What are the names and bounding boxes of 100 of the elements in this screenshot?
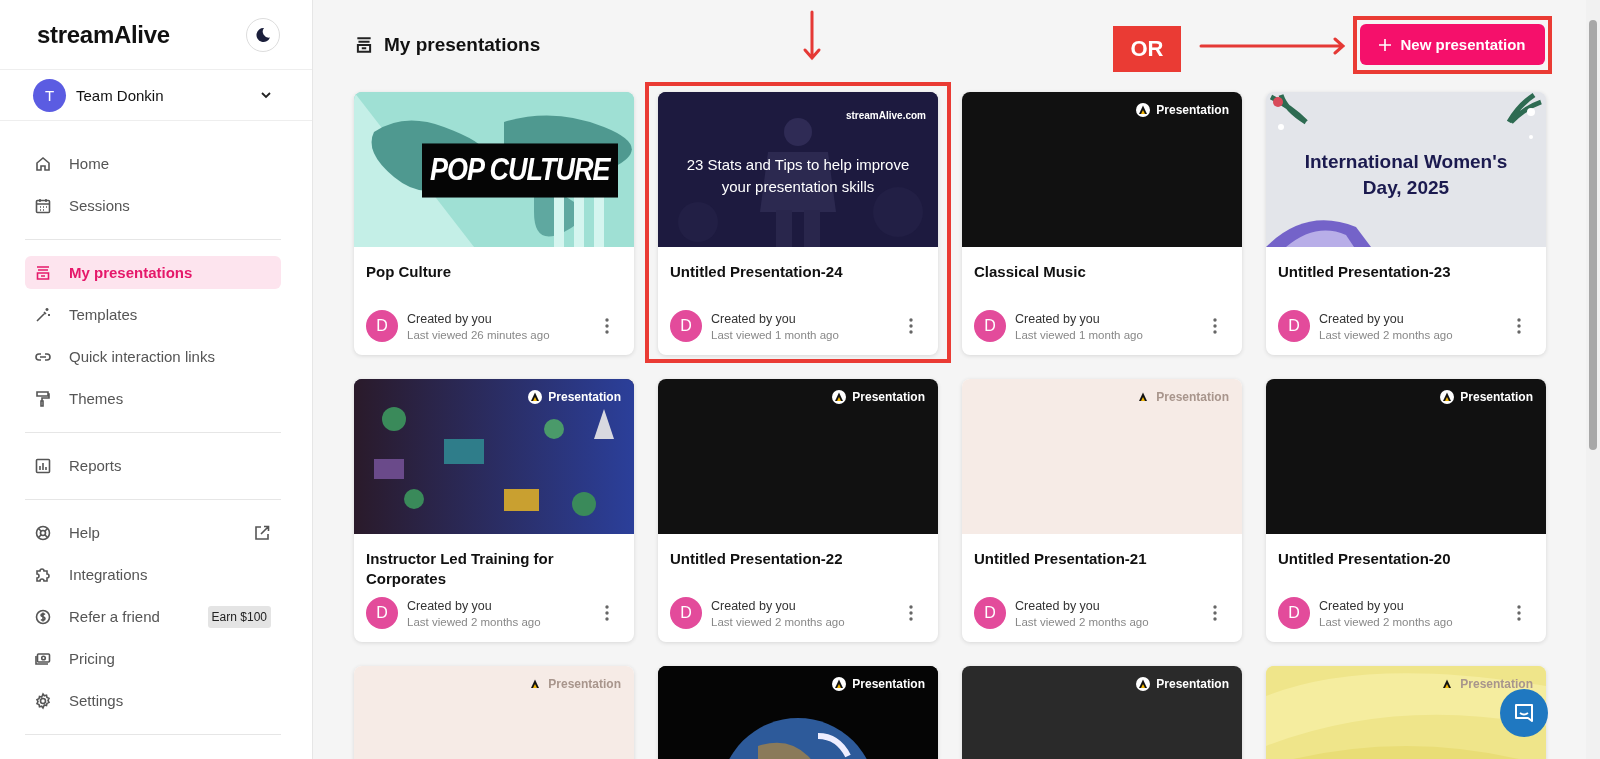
creator-text: Created by you: [711, 598, 797, 613]
presentation-card[interactable]: Presentation Instructor Led Training for Corporates D Created by you Last viewed 2 months ago: [354, 379, 634, 642]
presentation-card[interactable]: Presentation: [658, 666, 938, 759]
chevron-down-icon: [260, 91, 272, 99]
creator-text: Created by you: [1319, 598, 1405, 613]
reward-badge: Earn $100: [207, 605, 271, 628]
team-name: Team Donkin: [76, 86, 165, 104]
scrollbar[interactable]: [1586, 0, 1600, 759]
user-avatar: D: [1278, 597, 1310, 629]
presentation-card[interactable]: streamAlive.com 23 Stats and Tips to help improve your presentation skills Untitled Presentation-24 D Created by you Last viewed 1 month ago: [658, 92, 938, 355]
user-avatar: D: [974, 597, 1006, 629]
nav-item[interactable]: Refer a friend Earn $100: [25, 600, 281, 633]
type-label: Presentation: [1136, 103, 1229, 117]
calendar-icon: [34, 196, 52, 215]
nav-item[interactable]: Templates: [25, 298, 281, 331]
card-title: Untitled Presentation-23: [1278, 262, 1452, 282]
user-avatar: D: [670, 310, 702, 342]
nav-item[interactable]: Reports: [25, 449, 281, 482]
creator-text: Created by you: [407, 311, 493, 326]
type-label: Presentation: [1136, 677, 1229, 691]
presentation-card[interactable]: Presentation Untitled Presentation-20 D Created by you Last viewed 2 months ago: [1266, 379, 1546, 642]
slide-title: 23 Stats and Tips to help improve your presentation skills: [685, 155, 911, 197]
card-title: Classical Music: [974, 262, 1087, 282]
archive-icon: [354, 35, 374, 55]
logo-icon: [1136, 677, 1151, 691]
nav-item[interactable]: Settings: [25, 684, 281, 717]
type-label: Presentation: [1440, 390, 1533, 404]
roller-icon: [34, 389, 52, 408]
user-avatar: D: [366, 310, 398, 342]
presentation-card[interactable]: Presentation: [962, 666, 1242, 759]
annotation-label: OR: [1113, 26, 1181, 72]
last-viewed-text: Last viewed 1 month ago: [711, 328, 840, 341]
down-arrow: [802, 10, 822, 62]
last-viewed-text: Last viewed 2 months ago: [407, 615, 542, 628]
last-viewed-text: Last viewed 1 month ago: [1015, 328, 1144, 341]
creator-text: Created by you: [407, 598, 493, 613]
more-options-icon[interactable]: [909, 605, 913, 621]
presentation-card[interactable]: International Women's Day, 2025 Untitled Presentation-23 D Created by you Last viewed 2 months ago: [1266, 92, 1546, 355]
card-title: Instructor Led Training for Corporates: [366, 549, 555, 589]
creator-text: Created by you: [1015, 598, 1101, 613]
type-label: Presentation: [832, 677, 925, 691]
slide-title: International Women's Day, 2025: [1304, 150, 1508, 200]
team-switcher[interactable]: T Team Donkin: [0, 70, 312, 121]
last-viewed-text: Last viewed 26 minutes ago: [407, 328, 551, 341]
nav-item[interactable]: Themes: [25, 382, 281, 415]
logo-icon: [1440, 390, 1455, 404]
logo[interactable]: streamAlive: [37, 20, 170, 49]
presentation-card[interactable]: Presentation Classical Music D Created by you Last viewed 1 month ago: [962, 92, 1242, 355]
nav-item[interactable]: Sessions: [25, 189, 281, 222]
archive-icon: [34, 263, 52, 282]
type-label: Presentation: [528, 390, 621, 404]
nav-item[interactable]: Home: [25, 147, 281, 180]
more-options-icon[interactable]: [1517, 605, 1521, 621]
presentation-card[interactable]: Presentation Untitled Presentation-21 D Created by you Last viewed 2 months ago: [962, 379, 1242, 642]
more-options-icon[interactable]: [1517, 318, 1521, 334]
more-options-icon[interactable]: [909, 318, 913, 334]
lifebuoy-icon: [34, 523, 52, 542]
moon-icon: [255, 26, 271, 43]
logo-icon: [1136, 103, 1151, 117]
nav-item[interactable]: Integrations: [25, 558, 281, 591]
nav-item[interactable]: Help: [25, 516, 281, 549]
chart-icon: [34, 456, 52, 475]
card-title: Untitled Presentation-20: [1278, 549, 1452, 569]
theme-toggle-button[interactable]: [246, 17, 280, 52]
puzzle-icon: [34, 565, 52, 584]
chat-icon: [1513, 702, 1535, 724]
type-label: Presentation: [1440, 677, 1533, 691]
more-options-icon[interactable]: [1213, 318, 1217, 334]
more-options-icon[interactable]: [605, 605, 609, 621]
logo-icon: [528, 390, 543, 404]
wand-icon: [34, 305, 52, 324]
user-avatar: D: [1278, 310, 1310, 342]
team-avatar: T: [33, 78, 66, 112]
presentation-card[interactable]: Presentation Untitled Presentation-22 D Created by you Last viewed 2 months ago: [658, 379, 938, 642]
external-link-icon: [253, 523, 271, 542]
last-viewed-text: Last viewed 2 months ago: [1015, 615, 1150, 628]
more-options-icon[interactable]: [1213, 605, 1217, 621]
slide-brand: streamAlive.com: [845, 110, 926, 121]
creator-text: Created by you: [1015, 311, 1101, 326]
user-avatar: D: [670, 597, 702, 629]
slide-title: POP CULTURE: [422, 143, 618, 198]
user-avatar: D: [974, 310, 1006, 342]
nav-item[interactable]: Pricing: [25, 642, 281, 675]
logo-icon: [832, 390, 847, 404]
dollar-icon: [34, 607, 52, 626]
card-title: Pop Culture: [366, 262, 452, 282]
page-title: My presentations: [384, 34, 541, 56]
type-label: Presentation: [1136, 390, 1229, 404]
type-label: Presentation: [528, 677, 621, 691]
user-avatar: D: [366, 597, 398, 629]
more-options-icon[interactable]: [605, 318, 609, 334]
nav-item[interactable]: Quick interaction links: [25, 340, 281, 373]
presentation-card[interactable]: POP CULTURE Pop Culture D Created by you Last viewed 26 minutes ago: [354, 92, 634, 355]
gear-icon: [34, 691, 52, 710]
card-title: Untitled Presentation-24: [670, 262, 844, 282]
type-label: Presentation: [832, 390, 925, 404]
card-title: Untitled Presentation-22: [670, 549, 844, 569]
last-viewed-text: Last viewed 2 months ago: [711, 615, 846, 628]
nav-item[interactable]: My presentations: [25, 256, 281, 289]
new-presentation-button[interactable]: New presentation: [1360, 24, 1545, 65]
